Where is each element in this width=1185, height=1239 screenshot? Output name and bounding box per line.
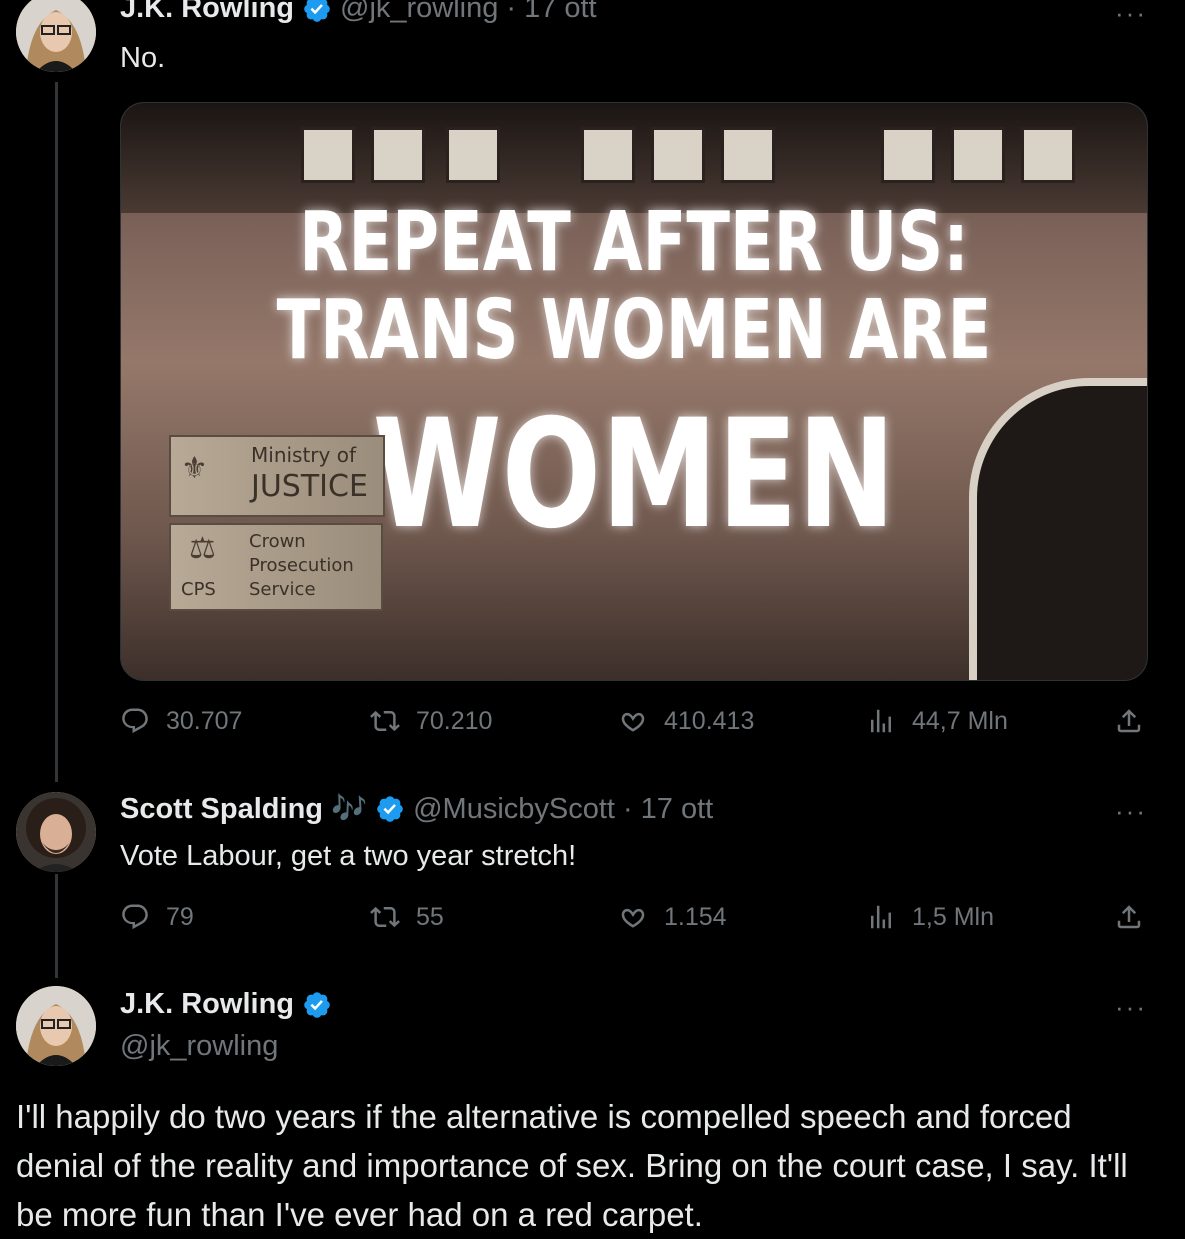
more-options-icon[interactable]: ··· [1115,0,1147,29]
repost-count: 55 [416,902,444,931]
reply-count: 79 [166,902,194,931]
royal-crest-icon: ⚜ [181,451,208,486]
tweet-text: I'll happily do two years if the alterna… [16,1098,1128,1233]
verified-badge-icon [377,796,403,822]
views-count: 1,5 Mln [912,902,994,931]
views-button[interactable]: 1,5 Mln [866,902,994,932]
thread-line [55,874,58,978]
projection-line-1: REPEAT AFTER US: [299,195,969,290]
tweet-date[interactable]: 17 ott [641,793,714,826]
thread-line [55,82,58,782]
archway [969,378,1147,680]
reply-button[interactable]: 30.707 [120,706,242,736]
reply-icon [122,708,148,734]
avatar[interactable] [16,986,96,1066]
music-notes-emoji: 🎶 [331,793,368,825]
tweet-text: Vote Labour, get a two year stretch! [120,840,577,872]
projection-line-2: TRANS WOMEN ARE [276,283,992,378]
heart-icon [621,712,645,732]
like-count: 1.154 [664,902,727,931]
verified-badge-icon [304,0,330,22]
author-name[interactable]: J.K. Rowling [120,0,294,25]
author-name[interactable]: Scott Spalding [120,793,323,826]
tweet-actions: 30.707 70.210 410.413 44,7 Mln [120,706,1150,746]
share-button[interactable] [1114,706,1144,736]
share-icon [1117,709,1141,733]
ministry-of-justice-sign: ⚜ Ministry of JUSTICE [169,435,385,517]
tweet-date[interactable]: 17 ott [524,0,597,25]
reply-button[interactable]: 79 [120,902,194,932]
author-handle[interactable]: @jk_rowling [120,1030,278,1063]
verified-badge-icon [304,991,330,1018]
views-chart-icon [871,709,891,733]
author-name[interactable]: J.K. Rowling [120,988,294,1021]
views-count: 44,7 Mln [912,706,1008,735]
reply-count: 30.707 [166,706,243,735]
heart-icon [621,908,645,928]
reply-icon [122,904,148,930]
tweet-actions: 79 55 1.154 1,5 Mln [120,902,1150,942]
share-icon [1117,905,1141,929]
avatar[interactable] [16,792,96,872]
avatar[interactable] [16,0,96,72]
views-chart-icon [871,905,891,929]
more-options-icon[interactable]: ··· [1115,796,1147,827]
repost-count: 70.210 [416,706,493,735]
author-handle[interactable]: @jk_rowling [340,0,498,25]
more-options-icon[interactable]: ··· [1115,992,1147,1023]
cps-sign: ⚖ CPS Crown Prosecution Service [169,523,383,611]
repost-icon [370,906,400,928]
repost-icon [370,710,400,732]
share-button[interactable] [1114,902,1144,932]
author-handle[interactable]: @MusicbyScott [413,793,615,826]
like-button[interactable]: 410.413 [618,706,754,736]
tweet-text: No. [120,42,166,74]
scales-icon: ⚖ [189,531,216,566]
separator-dot: · [623,792,633,825]
separator-dot: · [506,0,517,24]
like-button[interactable]: 1.154 [618,902,727,932]
tweet-image[interactable]: REPEAT AFTER US: TRANS WOMEN ARE WOMEN ⚜… [120,102,1148,681]
like-count: 410.413 [664,706,755,735]
repost-button[interactable]: 70.210 [370,706,492,736]
views-button[interactable]: 44,7 Mln [866,706,1008,736]
repost-button[interactable]: 55 [370,902,444,932]
